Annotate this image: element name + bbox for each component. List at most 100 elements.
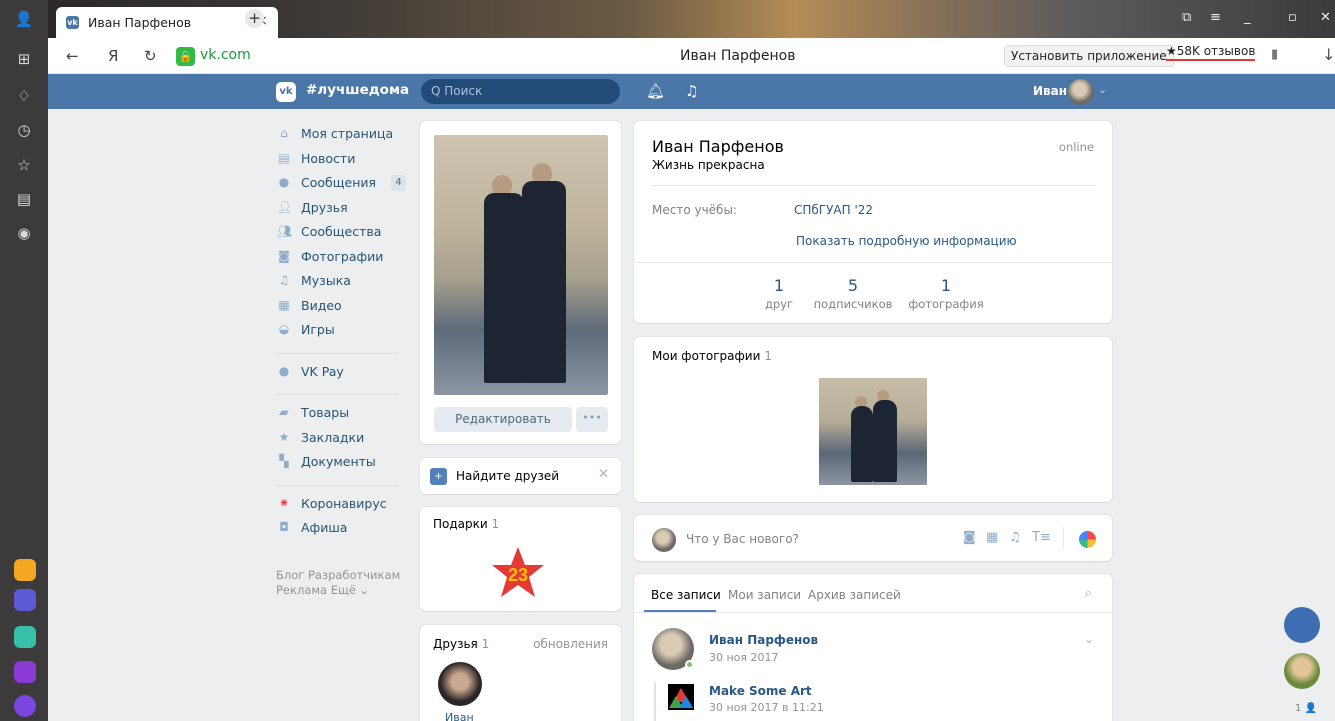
send-app-icon[interactable] — [14, 626, 36, 648]
footer-line-1[interactable]: Блог Разработчикам — [276, 568, 400, 583]
find-friends-label[interactable]: Найдите друзей — [456, 469, 559, 483]
bell-icon[interactable]: ♢ — [14, 86, 34, 106]
color-picker-icon[interactable] — [1079, 531, 1096, 548]
stat-photos[interactable]: 1 фотография — [896, 276, 996, 311]
menu-item-afisha[interactable]: ◘ Афиша — [276, 519, 406, 544]
chevron-down-icon[interactable]: ⌄ — [1098, 83, 1107, 96]
menu-item-photos[interactable]: ◙ Фотографии — [276, 248, 406, 273]
post-author-name[interactable]: Иван Парфенов — [709, 633, 818, 647]
find-friends-card[interactable]: + Найдите друзей ✕ — [420, 458, 621, 494]
tab-my-posts[interactable]: Мои записи — [728, 588, 801, 602]
make-some-art-logo-icon[interactable] — [668, 684, 694, 710]
search-icon[interactable]: ⌕ — [1085, 586, 1092, 601]
messages-icon: ● — [278, 175, 290, 189]
menu-item-coronavirus[interactable]: ✷ Коронавирус — [276, 495, 406, 520]
bookmark-icon[interactable]: ▮ — [1271, 47, 1278, 62]
stat-followers[interactable]: 5 подписчиков — [803, 276, 903, 311]
lock-icon[interactable]: 🔒 — [176, 47, 195, 66]
tab-all-posts[interactable]: Все записи — [651, 588, 721, 602]
page-title: Иван Парфенов — [680, 48, 796, 64]
menu-item-vkpay[interactable]: ● VK Pay — [276, 363, 406, 388]
profile-photo[interactable] — [434, 135, 608, 395]
my-photos-title[interactable]: Мои фотографии 1 — [652, 349, 772, 363]
menu-item-news[interactable]: ▤ Новости — [276, 150, 406, 175]
menu-item-video[interactable]: ▦ Видео — [276, 297, 406, 322]
restore-icon[interactable]: ▫ — [1288, 10, 1297, 25]
menu-item-games[interactable]: ◒ Игры — [276, 321, 406, 346]
floating-chat-avatar[interactable] — [1284, 607, 1320, 643]
tabs-icon[interactable]: ⧉ — [1182, 10, 1191, 25]
friends-updates-link[interactable]: обновления — [533, 637, 608, 651]
minimize-icon[interactable]: _ — [1244, 10, 1251, 25]
menu-item-friends[interactable]: 👤︎ Друзья — [276, 199, 406, 224]
music-app-icon[interactable] — [14, 661, 36, 683]
yandex-icon[interactable]: Я — [108, 47, 118, 65]
apps-grid-icon[interactable]: ⊞ — [14, 49, 34, 69]
show-more-info-link[interactable]: Показать подробную информацию — [796, 234, 1017, 248]
menu-item-goods[interactable]: ▰ Товары — [276, 404, 406, 429]
url-domain[interactable]: vk.com — [200, 47, 251, 63]
header-user-name[interactable]: Иван — [1033, 84, 1067, 98]
text-format-icon[interactable]: T≡ — [1032, 530, 1051, 545]
floating-friend-avatar[interactable] — [1284, 653, 1320, 689]
download-icon[interactable]: ↓ — [1322, 45, 1335, 64]
close-icon[interactable]: ✕ — [598, 467, 609, 482]
study-value-link[interactable]: СПбГУАП '22 — [794, 203, 873, 217]
profile-status[interactable]: Жизнь прекрасна — [652, 158, 765, 172]
history-icon[interactable]: ◷ — [14, 120, 34, 140]
tab-title: Иван Парфенов — [88, 15, 192, 30]
search-input[interactable]: Q Поиск — [421, 79, 620, 104]
footer-line-2[interactable]: Реклама Ещё ⌄ — [276, 583, 400, 598]
camera-icon[interactable]: ◙ — [963, 530, 976, 545]
news-icon: ▤ — [278, 150, 290, 165]
repost-date[interactable]: 30 ноя 2017 в 11:21 — [709, 701, 824, 714]
chevron-down-icon[interactable]: ⌄ — [1084, 632, 1094, 646]
repost-author-name[interactable]: Make Some Art — [709, 684, 812, 698]
profile-name: Иван Парфенов — [652, 137, 784, 156]
composer-input[interactable]: Что у Вас нового? — [686, 532, 799, 546]
divider — [652, 185, 1096, 186]
menu-item-bookmarks[interactable]: ★ Закладки — [276, 429, 406, 454]
player-icon[interactable]: ◉ — [14, 223, 34, 243]
tab-archive[interactable]: Архив записей — [808, 588, 901, 602]
menu-item-messages[interactable]: ● Сообщения 4 — [276, 174, 406, 199]
profile-icon[interactable]: 👤 — [14, 9, 34, 29]
friend-avatar[interactable] — [438, 662, 482, 706]
gifts-title[interactable]: Подарки 1 — [433, 517, 499, 531]
close-window-icon[interactable]: ✕ — [1320, 10, 1331, 25]
photo-thumbnail[interactable] — [819, 378, 927, 485]
collections-icon[interactable]: ▤ — [14, 189, 34, 209]
browser-menu-icon[interactable]: ≡ — [1210, 10, 1221, 25]
alice-app-icon[interactable] — [14, 695, 36, 717]
friends-title[interactable]: Друзья 1 — [433, 637, 489, 651]
back-icon[interactable]: ← — [66, 47, 79, 65]
mail-app-icon[interactable] — [14, 559, 36, 581]
friend-name[interactable]: Иван — [445, 711, 474, 721]
floating-count[interactable]: 1 👤 — [1295, 703, 1317, 714]
notifications-bell-icon[interactable]: 🔔︎ — [646, 82, 665, 100]
menu-item-groups[interactable]: 👥︎ Сообщества — [276, 223, 406, 248]
new-tab-button[interactable]: + — [245, 9, 264, 28]
edit-profile-button[interactable]: Редактировать — [434, 407, 572, 432]
menu-item-documents[interactable]: ▚ Документы — [276, 453, 406, 478]
reload-icon[interactable]: ↻ — [144, 47, 157, 65]
menu-item-my-page[interactable]: ⌂ Моя страница — [276, 125, 406, 150]
favorites-icon[interactable]: ☆ — [14, 155, 34, 175]
post-date[interactable]: 30 ноя 2017 — [709, 651, 779, 664]
composer-avatar[interactable] — [652, 528, 676, 552]
music-note-icon[interactable]: ♫ — [685, 82, 698, 100]
more-actions-button[interactable]: ••• — [576, 407, 608, 432]
install-app-button[interactable]: Установить приложение — [1004, 45, 1174, 67]
vk-hashtag[interactable]: #лучшедома — [306, 82, 409, 98]
footer-links[interactable]: Блог Разработчикам Реклама Ещё ⌄ — [276, 568, 400, 598]
browser-tab[interactable]: vk Иван Парфенов × — [56, 7, 278, 38]
header-avatar[interactable] — [1068, 79, 1094, 105]
music-icon[interactable]: ♫ — [1009, 530, 1021, 545]
menu-item-music[interactable]: ♫ Музыка — [276, 272, 406, 297]
messenger-app-icon[interactable] — [14, 589, 36, 611]
ticket-icon: ◘ — [279, 520, 289, 534]
video-icon[interactable]: ▦ — [986, 530, 998, 545]
gift-star-icon[interactable]: 23 — [490, 545, 546, 601]
reviews-link[interactable]: ★58K отзывов — [1166, 44, 1256, 61]
vk-logo-icon[interactable]: vk — [276, 82, 296, 102]
